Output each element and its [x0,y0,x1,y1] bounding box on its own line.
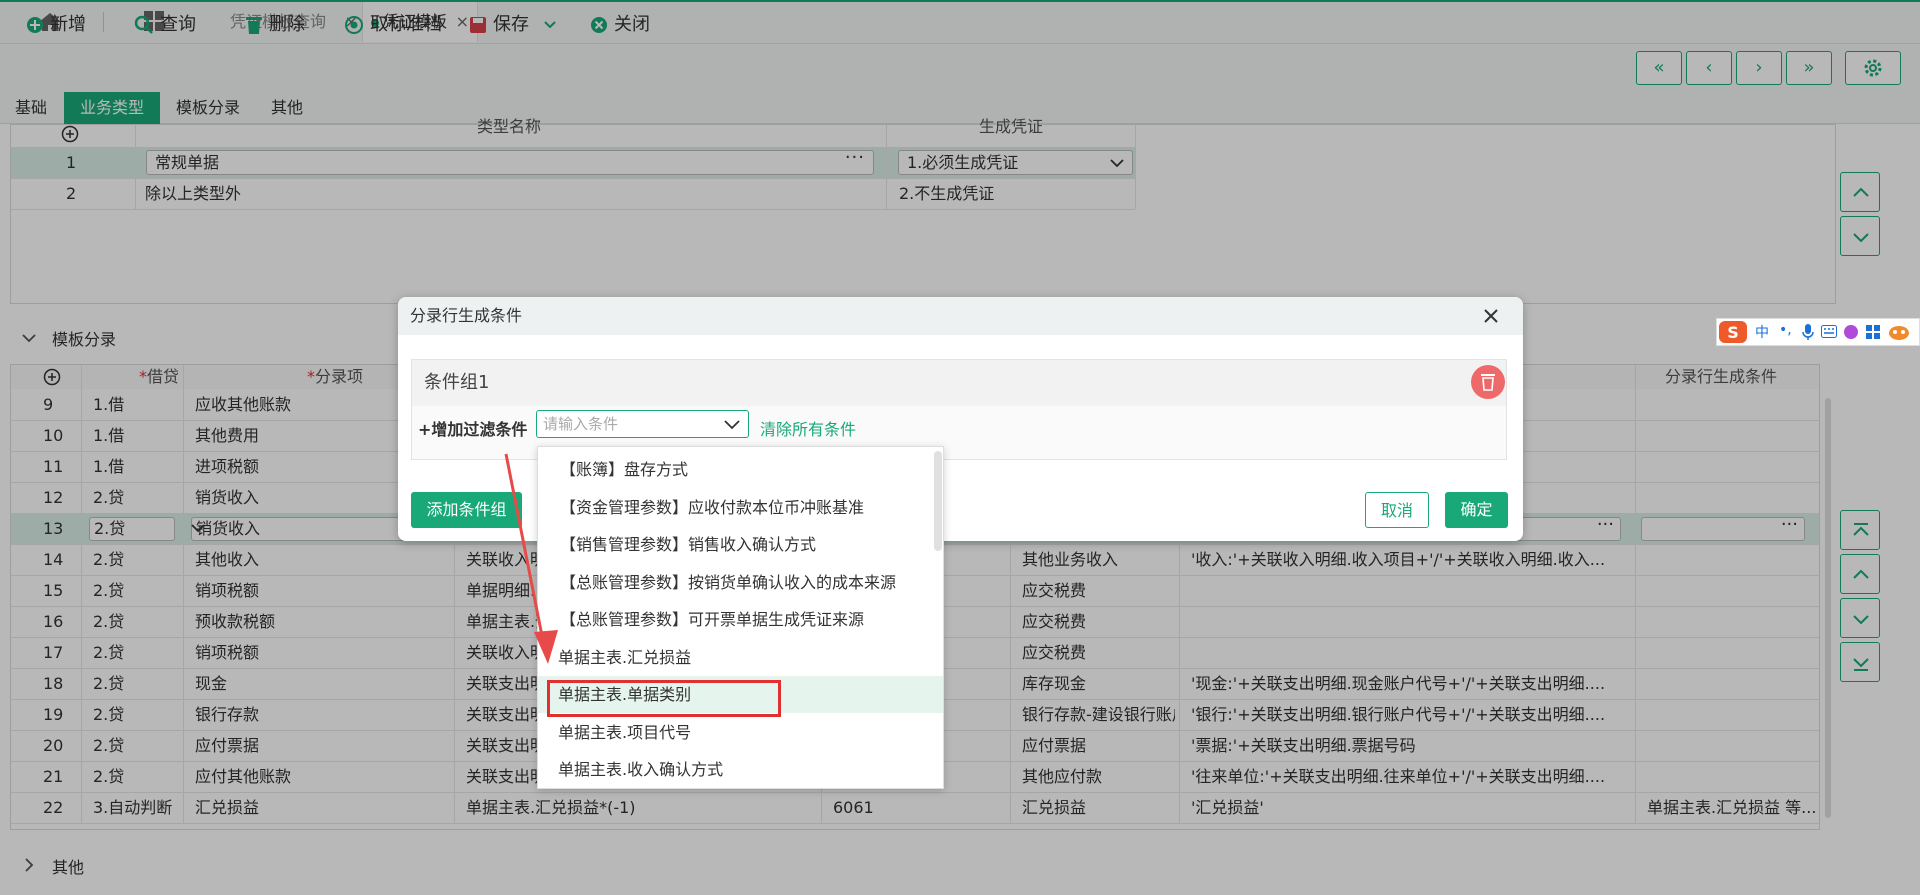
ime-mode-label[interactable]: 中 [1755,322,1769,342]
ime-toolbar: S 中 •, [1716,318,1920,346]
trash-icon [1481,374,1495,391]
cancel-button[interactable]: 取消 [1365,492,1429,528]
group-title: 条件组1 [412,360,1506,406]
annotation-arrow [504,453,558,664]
microphone-icon[interactable] [1802,324,1814,340]
dropdown-option[interactable]: 单据主表.收入确认方式 [538,751,943,788]
dropdown-option[interactable]: 【资金管理参数】应收付款本位币冲账基准 [538,489,943,526]
condition-dropdown: 【账簿】盘存方式 【资金管理参数】应收付款本位币冲账基准 【销售管理参数】销售收入确… [537,446,944,789]
add-filter-label[interactable]: +增加过滤条件 [418,416,527,440]
dropdown-option[interactable]: 【账簿】盘存方式 [538,451,943,488]
condition-input[interactable]: 请输入条件 [536,410,749,438]
condition-group: 条件组1 +增加过滤条件 请输入条件 清除所有条件 [411,359,1507,460]
dropdown-option[interactable]: 【总账管理参数】可开票单据生成凭证来源 [538,601,943,638]
close-icon[interactable] [1481,306,1501,326]
condition-placeholder: 请输入条件 [543,415,619,433]
sogou-logo-icon: S [1719,321,1747,343]
toolbox-icon[interactable] [1865,324,1881,340]
dialog-title: 分录行生成条件 [398,297,1523,335]
highlight-box [547,680,781,717]
punct-icon[interactable]: •, [1779,322,1792,338]
dropdown-option[interactable]: 【总账管理参数】按销货单确认收入的成本来源 [538,564,943,601]
skin-icon[interactable] [1843,324,1859,340]
mascot-icon[interactable] [1887,323,1911,341]
dropdown-scrollbar[interactable] [934,451,942,551]
svg-text:S: S [1727,323,1739,342]
dropdown-option[interactable]: 单据主表.汇兑损益 [538,639,943,676]
dropdown-option[interactable]: 【销售管理参数】销售收入确认方式 [538,526,943,563]
clear-all-link[interactable]: 清除所有条件 [760,416,856,440]
chevron-down-icon[interactable] [724,420,740,430]
ok-button[interactable]: 确定 [1445,492,1508,528]
keyboard-icon[interactable] [1821,325,1837,338]
delete-group-button[interactable] [1471,365,1505,399]
dropdown-option[interactable]: 单据主表.项目代号 [538,714,943,751]
